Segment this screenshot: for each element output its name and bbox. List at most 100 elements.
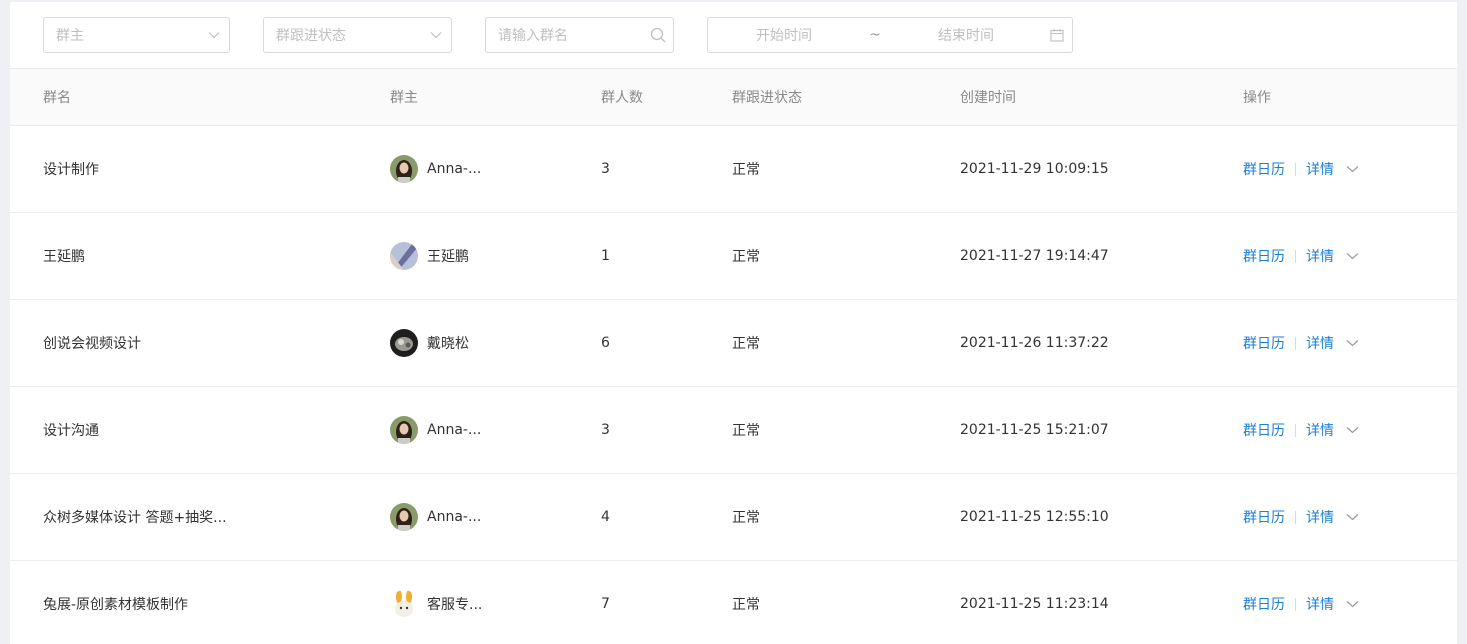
chevron-down-icon <box>199 18 229 52</box>
owner-name: Anna-... <box>427 422 482 438</box>
chevron-down-icon[interactable] <box>1346 426 1359 434</box>
avatar <box>390 503 418 531</box>
header-ops: 操作 <box>1243 90 1271 106</box>
follow-status: 正常 <box>732 249 760 265</box>
member-count: 1 <box>601 248 610 264</box>
header-name: 群名 <box>43 90 71 106</box>
group-list-panel: 群主 群跟进状态 请输入群名 开始时间 ~ 结束时间 群名 群主 群人数 群跟进… <box>10 2 1457 644</box>
created-time: 2021-11-27 19:14:47 <box>960 248 1109 264</box>
group-calendar-link[interactable]: 群日历 <box>1243 333 1285 353</box>
detail-link[interactable]: 详情 <box>1306 507 1334 527</box>
status-select-placeholder: 群跟进状态 <box>276 28 346 44</box>
calendar-icon <box>1042 18 1072 52</box>
group-calendar-link[interactable]: 群日历 <box>1243 246 1285 266</box>
chevron-down-icon[interactable] <box>1346 513 1359 521</box>
detail-link[interactable]: 详情 <box>1306 420 1334 440</box>
group-name: 兔展-原创素材模板制作 <box>43 597 189 613</box>
range-separator: ~ <box>869 27 881 43</box>
group-calendar-link[interactable]: 群日历 <box>1243 594 1285 614</box>
owner-name: 戴晓松 <box>427 336 469 352</box>
follow-status: 正常 <box>732 162 760 178</box>
table-row: 兔展-原创素材模板制作 客服专... 7 正常 2021-11-25 11:23… <box>10 561 1457 644</box>
chevron-down-icon[interactable] <box>1346 165 1359 173</box>
owner-name: 客服专... <box>427 597 483 613</box>
created-time: 2021-11-26 11:37:22 <box>960 335 1109 351</box>
avatar <box>390 155 418 183</box>
table-row: 设计制作 Anna-... 3 正常 2021-11-29 10:09:15 群… <box>10 126 1457 213</box>
action-divider <box>1295 249 1296 263</box>
action-divider <box>1295 597 1296 611</box>
created-time: 2021-11-25 15:21:07 <box>960 422 1109 438</box>
chevron-down-icon[interactable] <box>1346 339 1359 347</box>
action-divider <box>1295 336 1296 350</box>
detail-link[interactable]: 详情 <box>1306 333 1334 353</box>
row-actions: 群日历 详情 <box>1243 387 1359 473</box>
member-count: 6 <box>601 335 610 351</box>
search-input-placeholder: 请输入群名 <box>498 28 568 44</box>
avatar <box>390 329 418 357</box>
header-time: 创建时间 <box>960 90 1016 106</box>
avatar <box>390 416 418 444</box>
table-row: 众树多媒体设计 答题+抽奖... Anna-... 4 正常 2021-11-2… <box>10 474 1457 561</box>
row-actions: 群日历 详情 <box>1243 474 1359 560</box>
follow-status: 正常 <box>732 423 760 439</box>
owner-name: Anna-... <box>427 509 482 525</box>
group-name: 众树多媒体设计 答题+抽奖... <box>43 510 227 526</box>
table-row: 王延鹏 王延鹏 1 正常 2021-11-27 19:14:47 群日历 详情 <box>10 213 1457 300</box>
owner-name: Anna-... <box>427 161 482 177</box>
detail-link[interactable]: 详情 <box>1306 594 1334 614</box>
owner-select[interactable]: 群主 <box>43 17 230 53</box>
follow-status: 正常 <box>732 336 760 352</box>
detail-link[interactable]: 详情 <box>1306 246 1334 266</box>
avatar <box>390 590 418 618</box>
header-owner: 群主 <box>390 90 418 106</box>
follow-status: 正常 <box>732 597 760 613</box>
group-name: 设计沟通 <box>43 423 99 439</box>
date-range-picker[interactable]: 开始时间 ~ 结束时间 <box>707 17 1073 53</box>
owner-select-placeholder: 群主 <box>56 28 84 44</box>
group-owner: 王延鹏 <box>390 213 469 299</box>
filter-bar: 群主 群跟进状态 请输入群名 开始时间 ~ 结束时间 <box>10 2 1457 68</box>
group-owner: 戴晓松 <box>390 300 469 386</box>
group-calendar-link[interactable]: 群日历 <box>1243 159 1285 179</box>
group-owner: 客服专... <box>390 561 482 644</box>
member-count: 4 <box>601 509 610 525</box>
header-count: 群人数 <box>601 90 643 106</box>
avatar <box>390 242 418 270</box>
chevron-down-icon[interactable] <box>1346 252 1359 260</box>
group-owner: Anna-... <box>390 387 481 473</box>
group-name-search-input[interactable]: 请输入群名 <box>485 17 674 53</box>
row-actions: 群日历 详情 <box>1243 300 1359 386</box>
created-time: 2021-11-25 12:55:10 <box>960 509 1109 525</box>
end-date-input[interactable]: 结束时间 <box>890 25 1042 45</box>
group-name: 设计制作 <box>43 162 99 178</box>
table-row: 设计沟通 Anna-... 3 正常 2021-11-25 15:21:07 群… <box>10 387 1457 474</box>
group-name: 王延鹏 <box>43 249 85 265</box>
chevron-down-icon <box>421 18 451 52</box>
detail-link[interactable]: 详情 <box>1306 159 1334 179</box>
row-actions: 群日历 详情 <box>1243 561 1359 644</box>
group-name: 创说会视频设计 <box>43 336 141 352</box>
follow-status: 正常 <box>732 510 760 526</box>
search-icon[interactable] <box>643 18 673 52</box>
owner-name: 王延鹏 <box>427 249 469 265</box>
member-count: 3 <box>601 422 610 438</box>
group-calendar-link[interactable]: 群日历 <box>1243 420 1285 440</box>
created-time: 2021-11-29 10:09:15 <box>960 161 1109 177</box>
status-select[interactable]: 群跟进状态 <box>263 17 452 53</box>
table-header: 群名 群主 群人数 群跟进状态 创建时间 操作 <box>10 68 1457 126</box>
header-status: 群跟进状态 <box>732 90 802 106</box>
group-owner: Anna-... <box>390 474 481 560</box>
group-calendar-link[interactable]: 群日历 <box>1243 507 1285 527</box>
chevron-down-icon[interactable] <box>1346 600 1359 608</box>
row-actions: 群日历 详情 <box>1243 126 1359 212</box>
start-date-input[interactable]: 开始时间 <box>708 25 860 45</box>
member-count: 7 <box>601 596 610 612</box>
row-actions: 群日历 详情 <box>1243 213 1359 299</box>
member-count: 3 <box>601 161 610 177</box>
action-divider <box>1295 423 1296 437</box>
group-owner: Anna-... <box>390 126 481 212</box>
created-time: 2021-11-25 11:23:14 <box>960 596 1109 612</box>
table-body: 设计制作 Anna-... 3 正常 2021-11-29 10:09:15 群… <box>10 126 1457 644</box>
table-row: 创说会视频设计 戴晓松 6 正常 2021-11-26 11:37:22 群日历… <box>10 300 1457 387</box>
